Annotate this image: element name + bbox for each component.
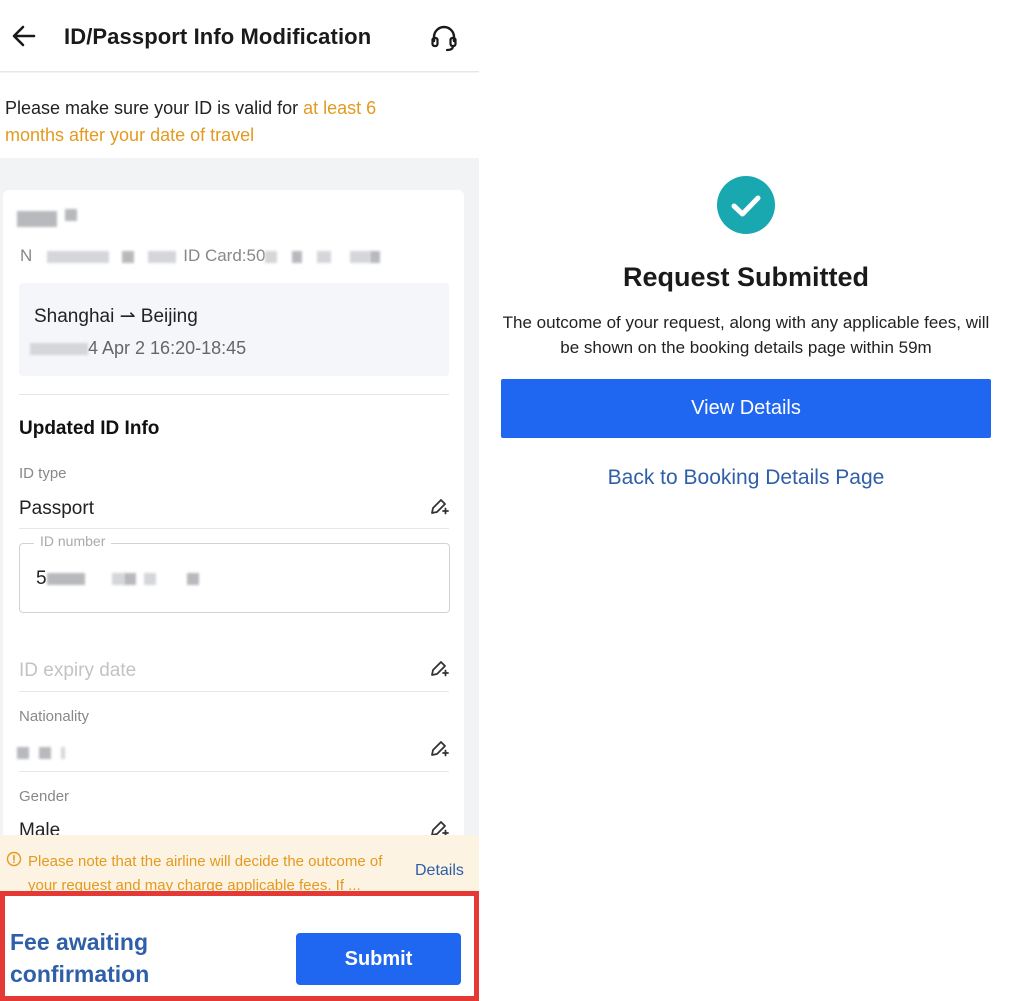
edit-id-type-icon[interactable] bbox=[428, 496, 450, 518]
edit-expiry-date-icon[interactable] bbox=[428, 658, 450, 680]
passenger-id-line: N ID Card:50 bbox=[20, 246, 380, 266]
passenger-name-redacted bbox=[17, 208, 81, 230]
notice-text: Please make sure your ID is valid for bbox=[5, 98, 304, 118]
bottom-action-bar: Fee awaiting confirmation Submit bbox=[0, 891, 479, 1001]
route-from: Shanghai bbox=[34, 306, 115, 327]
fee-status-line-1: Fee awaiting bbox=[10, 929, 149, 955]
id-number-label: ID number bbox=[34, 533, 112, 549]
modification-form-screen: ID/Passport Info Modification Please mak… bbox=[0, 0, 479, 1001]
id-number-value: 5 bbox=[36, 568, 200, 590]
pencil-icon bbox=[431, 741, 449, 757]
submit-button[interactable]: Submit bbox=[296, 933, 461, 985]
route-to: Beijing bbox=[140, 306, 198, 327]
nationality-label: Nationality bbox=[19, 708, 90, 725]
headset-icon bbox=[431, 25, 457, 52]
page-title: ID/Passport Info Modification bbox=[64, 24, 372, 49]
trip-summary: Shanghai ⇀ Beijing 4 Apr 2 16:20-18:45 bbox=[19, 283, 449, 376]
divider bbox=[19, 394, 449, 395]
route-arrow-icon: ⇀ bbox=[119, 306, 136, 327]
trip-time-text: 4 Apr 2 16:20-18:45 bbox=[88, 338, 247, 358]
check-circle-icon bbox=[717, 176, 775, 234]
trip-datetime: 4 Apr 2 16:20-18:45 bbox=[30, 338, 246, 359]
result-title: Request Submitted bbox=[622, 262, 870, 292]
request-submitted-screen: Request Submitted The outcome of your re… bbox=[479, 0, 1013, 1001]
route-text: Shanghai ⇀ Beijing bbox=[34, 305, 198, 328]
result-description: The outcome of your request, along with … bbox=[502, 313, 990, 357]
id-card-label: ID Card:50 bbox=[183, 246, 266, 265]
back-to-booking-details-link[interactable]: Back to Booking Details Page bbox=[479, 466, 1013, 490]
info-icon bbox=[6, 851, 22, 867]
top-nav-bar: ID/Passport Info Modification bbox=[0, 0, 479, 72]
passenger-card: N ID Card:50 Shanghai ⇀ Beijing 4 Apr 2 … bbox=[3, 190, 464, 890]
id-prefix: N bbox=[20, 246, 33, 265]
pencil-icon bbox=[431, 499, 449, 515]
section-title-updated-id: Updated ID Info bbox=[19, 418, 160, 439]
divider bbox=[19, 691, 449, 692]
divider bbox=[19, 528, 449, 529]
gender-label: Gender bbox=[19, 788, 70, 805]
id-type-value[interactable]: Passport bbox=[19, 498, 94, 520]
back-button[interactable] bbox=[8, 20, 40, 52]
id-validity-notice: Please make sure your ID is valid for at… bbox=[0, 73, 479, 158]
arrow-left-icon bbox=[12, 25, 36, 47]
id-expiry-date-field[interactable]: ID expiry date bbox=[19, 660, 136, 682]
id-type-label: ID type bbox=[19, 465, 67, 482]
fee-status: Fee awaiting confirmation bbox=[10, 926, 149, 990]
id-number-prefix: 5 bbox=[36, 568, 47, 589]
edit-nationality-icon[interactable] bbox=[428, 738, 450, 760]
id-number-input[interactable]: ID number 5 bbox=[19, 533, 450, 613]
airline-fee-warning: Please note that the airline will decide… bbox=[0, 835, 479, 894]
fee-status-line-2: confirmation bbox=[10, 961, 150, 987]
view-details-button[interactable]: View Details bbox=[501, 379, 991, 438]
customer-support-button[interactable] bbox=[428, 22, 460, 54]
pencil-icon bbox=[431, 661, 449, 677]
divider bbox=[19, 771, 449, 772]
warning-details-link[interactable]: Details bbox=[415, 862, 464, 880]
nationality-value-redacted[interactable] bbox=[17, 742, 65, 764]
